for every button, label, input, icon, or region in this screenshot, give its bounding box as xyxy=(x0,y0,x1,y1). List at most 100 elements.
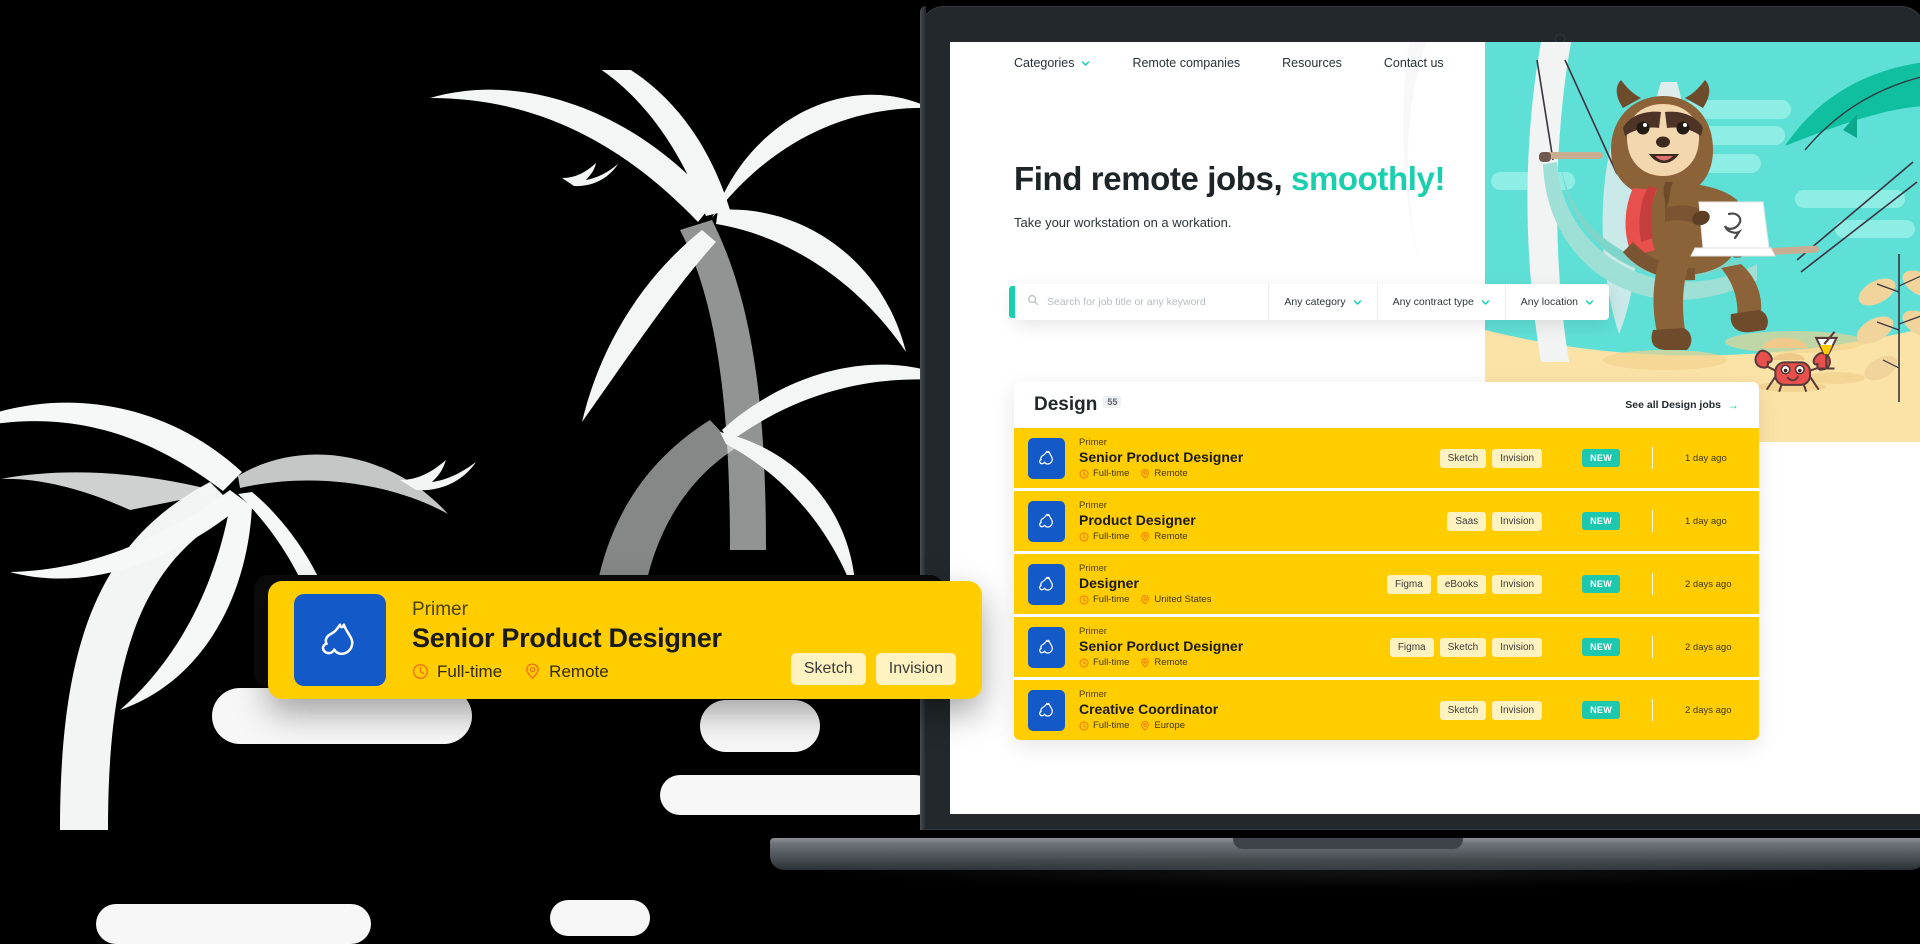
clock-icon xyxy=(1079,721,1089,731)
nav-item-label: Categories xyxy=(1014,56,1075,70)
table-row[interactable]: Primer Creative Coordinator Full-time Europ… xyxy=(1014,680,1759,741)
nav-item-label: Resources xyxy=(1282,56,1342,70)
job-contract: Full-time xyxy=(1079,720,1129,731)
job-contract-label: Full-time xyxy=(1093,657,1130,669)
palm-tree-top-icon xyxy=(430,70,930,550)
job-title: Product Designer xyxy=(1079,512,1196,529)
table-row[interactable]: Primer Product Designer Full-time Remote Saa… xyxy=(1014,491,1759,555)
job-info: Primer Senior Porduct Designer Full-time Re… xyxy=(1079,626,1329,668)
job-tag[interactable]: Sketch xyxy=(1439,700,1487,720)
see-all-design-jobs-link[interactable]: See all Design jobs → xyxy=(1625,399,1739,411)
job-tag[interactable]: Sketch xyxy=(1439,448,1487,468)
filter-any-location[interactable]: Any location xyxy=(1506,284,1609,320)
callout-tag[interactable]: Sketch xyxy=(790,653,866,685)
laptop-screen: Categories Remote companies Resources Co… xyxy=(950,42,1920,814)
job-info: Primer Product Designer Full-time Remote xyxy=(1079,500,1329,542)
primer-leaf-logo-icon xyxy=(294,594,386,686)
screenshot-stage: Categories Remote companies Resources Co… xyxy=(0,0,1920,944)
nav-item-remote-companies[interactable]: Remote companies xyxy=(1132,56,1240,70)
nav-item-contact-us[interactable]: Contact us xyxy=(1384,56,1444,70)
section-title: Design 55 xyxy=(1034,394,1122,416)
decorative-pill xyxy=(700,700,820,752)
nav-item-categories[interactable]: Categories xyxy=(1014,56,1090,70)
clock-icon xyxy=(1079,658,1089,668)
filter-any-category[interactable]: Any category xyxy=(1269,284,1378,320)
job-location: United States xyxy=(1140,594,1211,605)
callout-location: Remote xyxy=(524,662,609,682)
filter-label: Any location xyxy=(1520,296,1578,308)
clock-icon xyxy=(1079,532,1089,542)
job-tags: Figma Sketch Invision xyxy=(1389,637,1543,657)
job-tag[interactable]: Invision xyxy=(1492,511,1543,531)
nav-item-resources[interactable]: Resources xyxy=(1282,56,1342,70)
status-badge: NEW xyxy=(1582,449,1620,468)
job-info: Primer Designer Full-time United States xyxy=(1079,563,1329,605)
filter-label: Any contract type xyxy=(1392,296,1474,308)
nav-item-label: Contact us xyxy=(1383,56,1444,70)
job-posted-time: 2 days ago xyxy=(1685,641,1732,653)
search-field[interactable] xyxy=(1014,284,1270,320)
job-contract-label: Full-time xyxy=(1093,468,1130,480)
job-title: Designer xyxy=(1079,575,1139,592)
job-company: Primer xyxy=(1079,437,1107,448)
callout-location-label: Remote xyxy=(549,661,609,681)
job-tag[interactable]: Invision xyxy=(1492,448,1543,468)
table-row[interactable]: Primer Senior Product Designer Full-time Re… xyxy=(1014,428,1759,492)
hero-subtitle: Take your workstation on a workation. xyxy=(1014,215,1232,230)
job-location: Europe xyxy=(1140,720,1185,731)
nav-item-label: Remote companies xyxy=(1132,56,1241,70)
job-tags: Sketch Invision xyxy=(1439,448,1543,468)
chevron-down-icon xyxy=(1481,298,1490,307)
primer-leaf-logo-icon xyxy=(1028,689,1065,731)
featured-job-callout[interactable]: Primer Senior Product Designer Full-time… xyxy=(268,581,982,699)
section-title-text: Design xyxy=(1034,394,1098,415)
callout-contract-label: Full-time xyxy=(437,661,503,681)
primer-leaf-logo-icon xyxy=(1028,563,1065,605)
job-tag[interactable]: Invision xyxy=(1492,574,1543,594)
job-meta: Full-time Remote xyxy=(1079,531,1329,542)
job-posted-time: 1 day ago xyxy=(1685,452,1727,464)
clock-icon xyxy=(1079,469,1089,479)
job-tag[interactable]: Sketch xyxy=(1439,637,1487,657)
primer-leaf-logo-icon xyxy=(1028,626,1065,668)
table-row[interactable]: Primer Senior Porduct Designer Full-time Re… xyxy=(1014,617,1759,681)
job-location: Remote xyxy=(1140,657,1188,668)
row-divider xyxy=(1652,636,1653,659)
job-contract-label: Full-time xyxy=(1093,531,1130,543)
job-tag[interactable]: Figma xyxy=(1387,574,1431,594)
row-divider xyxy=(1652,447,1653,470)
filter-any-contract-type[interactable]: Any contract type xyxy=(1378,284,1506,320)
job-company: Primer xyxy=(1079,626,1107,638)
job-title: Senior Product Designer xyxy=(1079,449,1244,465)
job-contract-label: Full-time xyxy=(1093,594,1130,606)
callout-tag[interactable]: Invision xyxy=(875,653,956,685)
status-badge: NEW xyxy=(1582,638,1620,657)
decorative-pill xyxy=(660,775,935,815)
job-contract: Full-time xyxy=(1079,468,1129,479)
job-tags: Figma eBooks Invision xyxy=(1387,574,1543,594)
map-pin-icon xyxy=(526,663,540,680)
callout-contract: Full-time xyxy=(412,662,502,682)
job-tag[interactable]: eBooks xyxy=(1436,574,1487,594)
job-tag[interactable]: Figma xyxy=(1389,637,1434,657)
map-pin-icon xyxy=(1141,721,1150,731)
main-navigation: Categories Remote companies Resources Co… xyxy=(950,56,1920,70)
job-company: Primer xyxy=(1079,689,1107,701)
search-input[interactable] xyxy=(1047,296,1269,308)
job-tag[interactable]: Invision xyxy=(1492,700,1543,720)
job-meta: Full-time United States xyxy=(1079,594,1329,605)
primer-leaf-logo-icon xyxy=(1028,500,1065,542)
job-tag[interactable]: Saas xyxy=(1447,511,1487,531)
bird-icon xyxy=(562,163,618,187)
job-posted-time: 2 days ago xyxy=(1685,704,1732,716)
status-badge: NEW xyxy=(1582,575,1620,594)
table-row[interactable]: Primer Designer Full-time United States Figm… xyxy=(1014,554,1759,618)
clock-icon xyxy=(1079,595,1089,605)
primer-leaf-logo-icon xyxy=(1028,437,1065,479)
decorative-pill xyxy=(96,904,371,944)
job-list: Primer Senior Product Designer Full-time Re… xyxy=(1014,428,1759,741)
job-info: Primer Creative Coordinator Full-time Europ… xyxy=(1079,689,1329,731)
job-tag[interactable]: Invision xyxy=(1492,637,1543,657)
website-viewport: Categories Remote companies Resources Co… xyxy=(950,42,1920,814)
headline-accent: smoothly! xyxy=(1291,160,1446,197)
